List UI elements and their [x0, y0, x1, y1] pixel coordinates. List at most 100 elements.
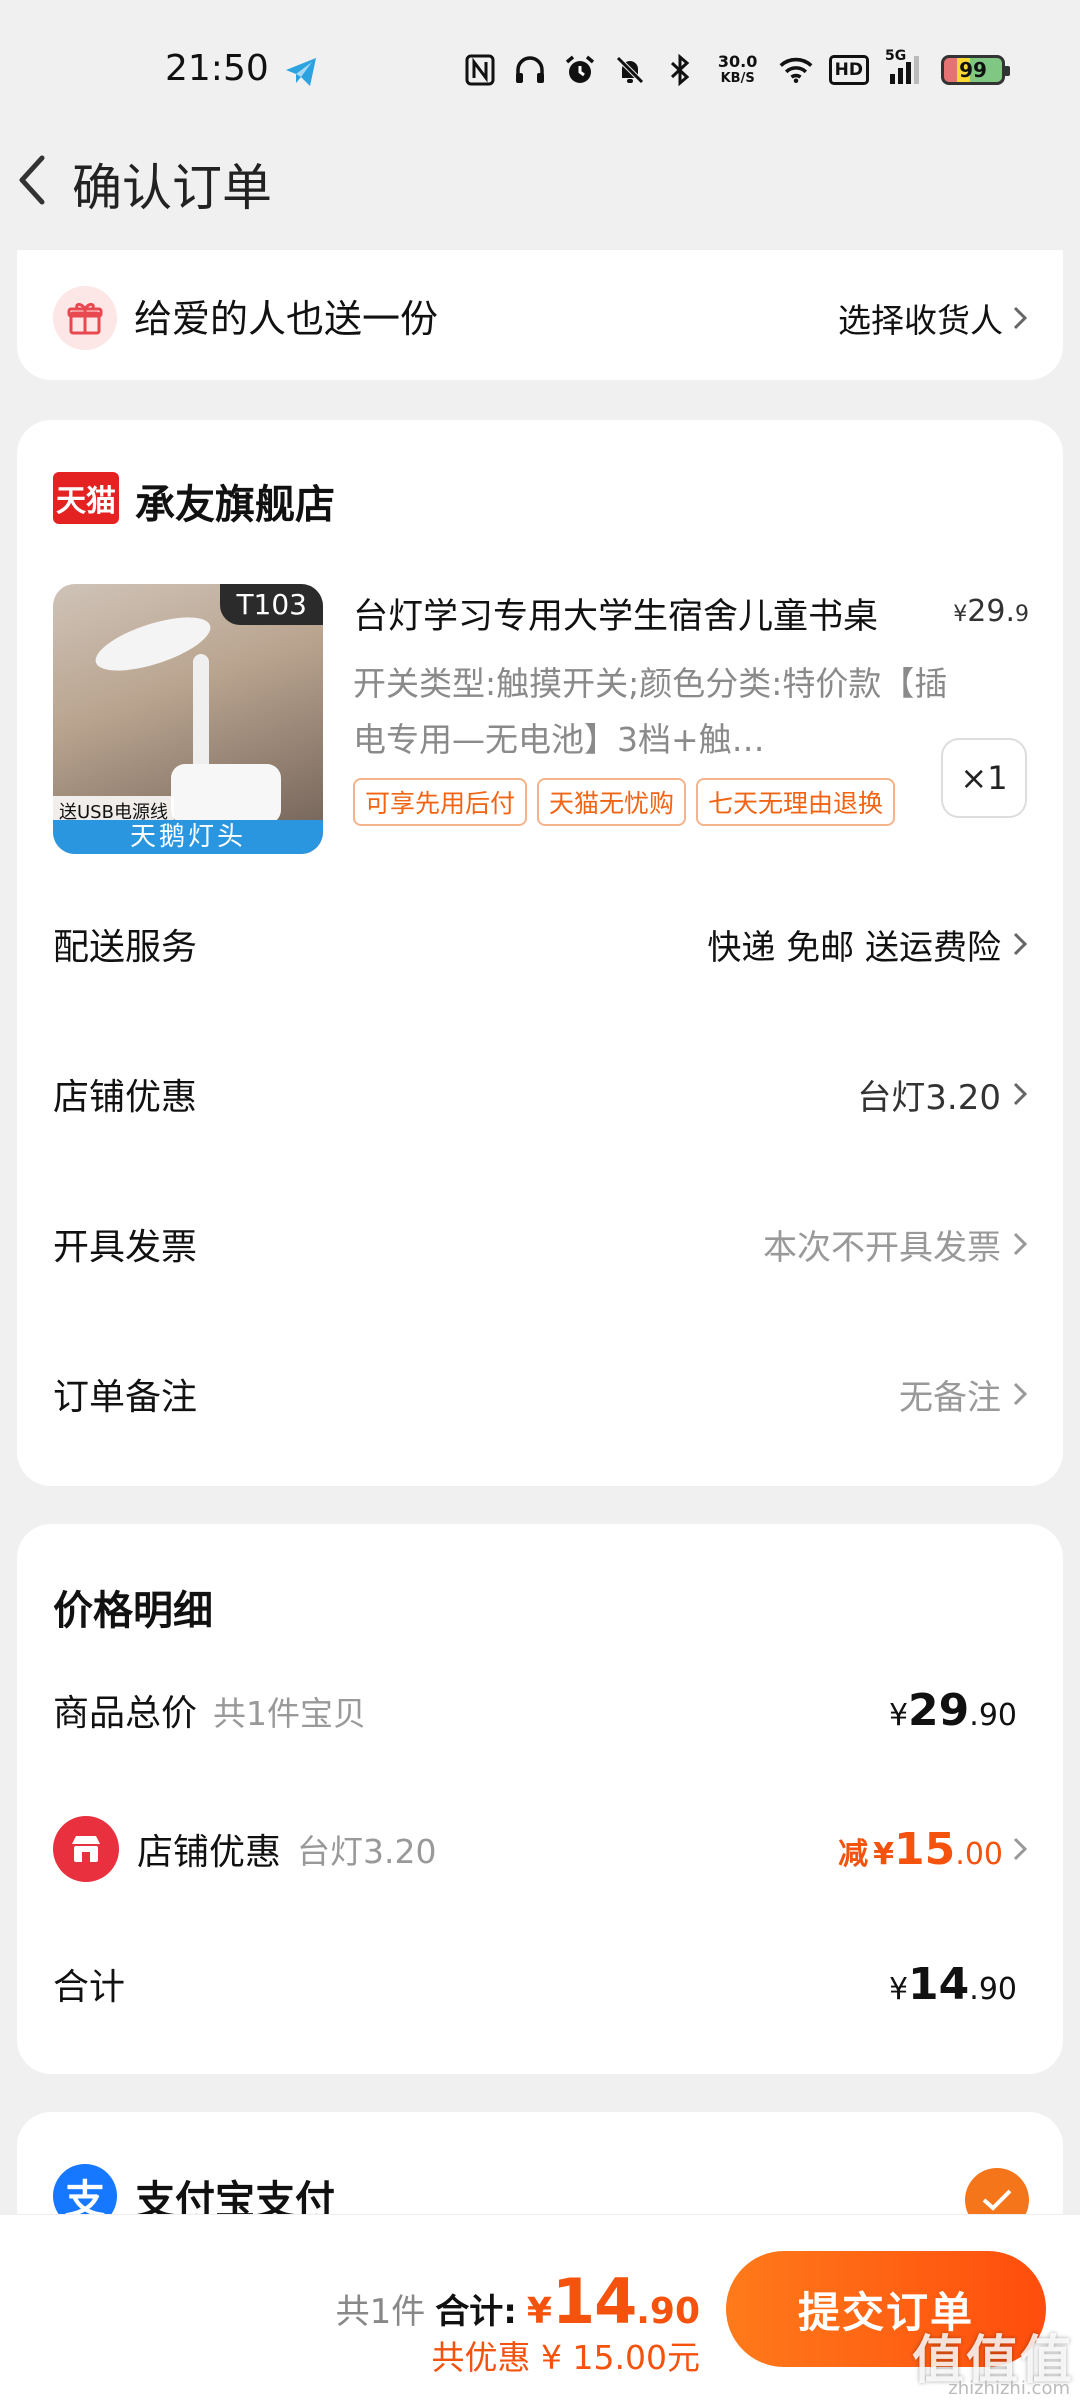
checkout-summary: 共1件 合计: ¥14.90	[336, 2265, 700, 2338]
goods-total-value: ¥29.90	[889, 1685, 1017, 1736]
net-speed-unit: KB/S	[720, 71, 755, 86]
goods-total-row: 商品总价 共1件宝贝 ¥29.90	[53, 1680, 1029, 1740]
order-note-label: 订单备注	[53, 1377, 198, 1418]
invoice-value-wrap: 本次不开具发票	[763, 1220, 1029, 1269]
shop-discount-label: 店铺优惠	[53, 1077, 198, 1118]
price-detail-title: 价格明细	[53, 1588, 213, 1634]
goods-count: 共1件宝贝	[213, 1694, 367, 1733]
checkout-total-dec: .90	[636, 2291, 700, 2332]
chevron-right-icon	[1013, 1382, 1028, 1406]
invoice-label: 开具发票	[53, 1227, 198, 1268]
net-speed: 30.0 KB/S	[713, 53, 763, 87]
tmall-badge: 天猫	[53, 472, 119, 524]
total-int: 14	[908, 1958, 970, 2010]
product-spec[interactable]: 开关类型:触摸开关;颜色分类:特价款【插电专用—无电池】3档+触…	[353, 656, 953, 768]
status-time: 21:50	[165, 48, 269, 89]
item-count: 共1件	[335, 2292, 426, 2332]
back-arrow-icon[interactable]	[12, 150, 52, 210]
total-value: ¥14.90	[889, 1959, 1017, 2010]
shop-coupon-label-wrap: 店铺优惠 台灯3.20	[53, 1816, 437, 1882]
product-price: ¥29.9	[953, 594, 1029, 629]
gift-card[interactable]: 给爱的人也送一份 选择收货人	[17, 250, 1063, 380]
chevron-right-icon	[1013, 306, 1028, 330]
shop-discount-row[interactable]: 店铺优惠 台灯3.20	[53, 1064, 1029, 1124]
hd-icon: HD	[828, 55, 869, 85]
invoice-row[interactable]: 开具发票 本次不开具发票	[53, 1214, 1029, 1274]
discount-int: 15	[894, 1823, 956, 1875]
delivery-value: 快递 免邮 送运费险	[707, 927, 1001, 968]
shop-coupon-value: 减 ¥15.00	[838, 1824, 1029, 1875]
total-row: 合计 ¥14.90	[53, 1954, 1029, 2014]
discount-amount: 减 ¥15.00	[838, 1824, 1003, 1875]
checkout-yen: ¥	[526, 2291, 552, 2332]
price-int: 29.	[967, 594, 1015, 629]
lamp-neck-shape	[193, 654, 209, 774]
delivery-label: 配送服务	[53, 927, 198, 968]
shop-coupon-label: 店铺优惠	[137, 1832, 282, 1873]
order-note-value-wrap: 无备注	[899, 1370, 1029, 1419]
nfc-icon	[463, 52, 497, 88]
order-note-value: 无备注	[899, 1377, 1001, 1418]
product-title[interactable]: 台灯学习专用大学生宿舍儿童书桌	[353, 588, 878, 639]
shop-order-card: 天猫 承友旗舰店 T103 送USB电源线 天鹅灯头 台灯学习专用大学生宿舍儿童…	[17, 420, 1063, 1486]
shop-discount-value-wrap: 台灯3.20	[857, 1070, 1029, 1119]
tag-tmall-worry-free: 天猫无忧购	[537, 778, 687, 826]
page-title: 确认订单	[72, 159, 272, 217]
discount-yen: ¥	[873, 1836, 895, 1872]
shop-name[interactable]: 承友旗舰店	[135, 472, 335, 530]
telegram-icon	[286, 58, 316, 86]
select-recipient-label: 选择收货人	[838, 301, 1003, 340]
watermark-url: zhizhizhi.com	[948, 2378, 1070, 2399]
goods-total-label-wrap: 商品总价 共1件宝贝	[53, 1684, 366, 1736]
chevron-right-icon	[1013, 1082, 1028, 1106]
tag-pay-later: 可享先用后付	[353, 778, 528, 826]
price-symbol: ¥	[953, 602, 968, 627]
shop-coupon-sub: 台灯3.20	[297, 1832, 437, 1871]
lamp-clip-shape	[171, 764, 281, 824]
saved-amount: 共优惠 ¥ 15.00元	[431, 2338, 700, 2377]
checkout-total-int: 14	[551, 2265, 637, 2338]
chevron-right-icon	[1013, 1232, 1028, 1256]
order-note-row[interactable]: 订单备注 无备注	[53, 1364, 1029, 1424]
delivery-row[interactable]: 配送服务 快递 免邮 送运费险	[53, 914, 1029, 974]
product-image-caption: 天鹅灯头	[53, 820, 323, 854]
signal-label: 5G	[885, 48, 907, 64]
price-dec: 9	[1015, 602, 1029, 627]
gift-text: 给爱的人也送一份	[134, 297, 439, 341]
status-icons: 30.0 KB/S HD 5G 99	[463, 48, 1010, 92]
quantity-stepper[interactable]: ×1	[941, 738, 1027, 818]
bluetooth-icon	[663, 52, 697, 88]
goods-yen: ¥	[888, 1697, 909, 1733]
discount-dec: .00	[955, 1836, 1003, 1872]
shop-coupon-row[interactable]: 店铺优惠 台灯3.20 减 ¥15.00	[53, 1814, 1029, 1884]
delivery-value-wrap: 快递 免邮 送运费险	[707, 920, 1029, 969]
product-image[interactable]: T103 送USB电源线 天鹅灯头	[53, 584, 323, 854]
checkout-total-amount: ¥14.90	[527, 2265, 700, 2338]
wifi-icon	[779, 52, 813, 88]
goods-total-label: 商品总价	[53, 1693, 198, 1734]
net-speed-value: 30.0	[717, 52, 758, 71]
goods-dec: .90	[969, 1697, 1017, 1733]
battery-icon: 99	[941, 55, 1010, 85]
tag-7day-return: 七天无理由退换	[696, 778, 896, 826]
status-bar: 21:50 30.0 KB/S HD 5G 99	[0, 0, 1080, 140]
goods-int: 29	[908, 1684, 970, 1736]
total-yen: ¥	[888, 1971, 909, 2007]
total-label: 合计	[53, 1967, 126, 2008]
price-detail-card: 价格明细 商品总价 共1件宝贝 ¥29.90 店铺优惠 台灯3.20 减 ¥15.0…	[17, 1524, 1063, 2074]
chevron-right-icon	[1013, 1837, 1028, 1861]
shop-discount-value: 台灯3.20	[857, 1077, 1001, 1118]
select-recipient-link[interactable]: 选择收货人	[838, 294, 1029, 342]
signal-icon: 5G	[885, 48, 925, 88]
discount-prefix: 减	[838, 1836, 869, 1872]
shop-icon	[53, 1816, 119, 1882]
product-model-badge: T103	[220, 584, 323, 625]
service-tags: 可享先用后付 天猫无忧购 七天无理由退换	[353, 778, 896, 826]
alarm-icon	[563, 52, 597, 88]
checkout-total-label: 合计:	[435, 2292, 517, 2332]
headphones-icon	[513, 52, 547, 88]
gift-icon	[53, 286, 117, 350]
chevron-right-icon	[1013, 932, 1028, 956]
invoice-value: 本次不开具发票	[763, 1227, 1001, 1268]
total-dec: .90	[969, 1971, 1017, 2007]
